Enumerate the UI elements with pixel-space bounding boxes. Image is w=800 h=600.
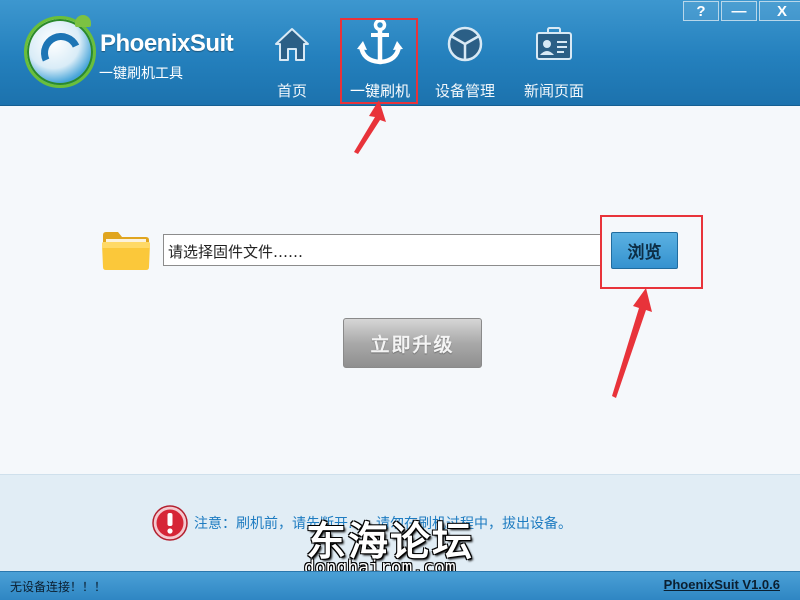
device-manager-icon (447, 26, 483, 62)
nav-item-news[interactable]: 新闻页面 (515, 18, 593, 104)
help-button[interactable]: ? (683, 1, 719, 21)
main-panel (0, 107, 800, 474)
nav-item-device-manager[interactable]: 设备管理 (426, 18, 504, 104)
news-card-icon (536, 27, 572, 60)
anchor-icon (357, 18, 403, 65)
nav-label-news: 新闻页面 (523, 82, 584, 100)
firmware-file-input[interactable] (163, 234, 601, 266)
nav-label-home: 首页 (276, 82, 307, 100)
warning-icon (152, 505, 188, 541)
browse-button[interactable]: 浏览 (611, 232, 678, 269)
nav-item-flash[interactable]: 一键刷机 (341, 18, 419, 104)
phoenixsuit-logo-icon (24, 15, 96, 88)
android-badge-icon (75, 15, 91, 27)
home-icon (275, 28, 309, 61)
brand-title: PhoenixSuit (100, 30, 234, 57)
device-status-text: 无设备连接！！！ (10, 580, 107, 594)
brand-subtitle: 一键刷机工具 (99, 66, 183, 82)
close-button[interactable]: X (759, 1, 800, 21)
nav-label-device-manager: 设备管理 (434, 82, 495, 100)
nav-label-flash: 一键刷机 (349, 82, 410, 100)
version-link[interactable]: PhoenixSuit V1.0.6 (664, 577, 780, 592)
window-controls: ? — X (683, 1, 800, 21)
minimize-button[interactable]: — (721, 1, 757, 21)
nav-item-home[interactable]: 首页 (253, 18, 331, 104)
logo-swoosh (35, 27, 87, 79)
upgrade-now-button[interactable]: 立即升级 (343, 318, 482, 368)
folder-icon (102, 232, 150, 270)
